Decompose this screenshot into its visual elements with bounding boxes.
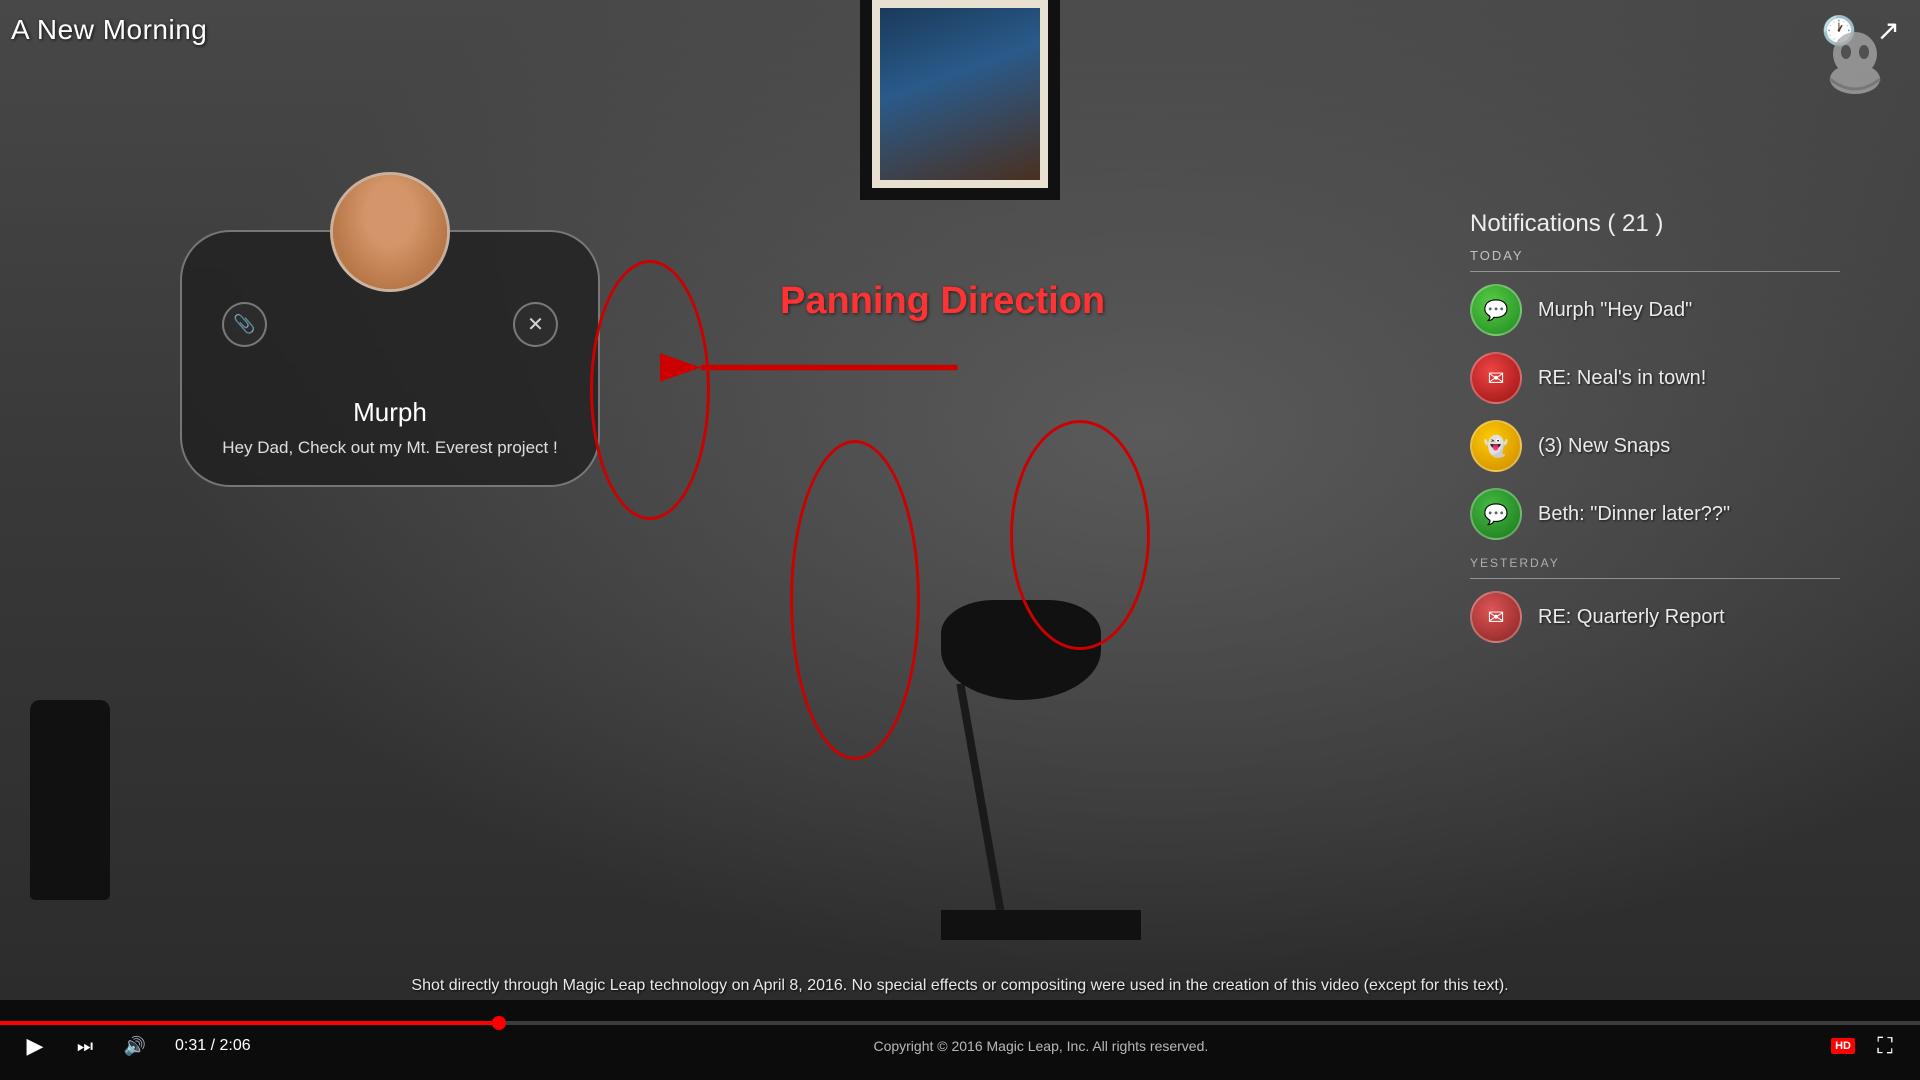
notif-icon-neal: ✉ [1488,366,1505,391]
today-label: TODAY [1470,248,1840,263]
progress-dot [492,1016,506,1030]
close-icon: ✕ [527,312,544,337]
panning-arrow [660,340,980,395]
notif-item-beth[interactable]: 💬 Beth: "Dinner later??" [1470,488,1840,540]
notif-icon-murph: 💬 [1484,298,1509,323]
today-divider [1470,271,1840,272]
notif-item-murph[interactable]: 💬 Murph "Hey Dad" [1470,284,1840,336]
video-caption: Shot directly through Magic Leap technol… [0,977,1920,995]
picture-frame [860,0,1060,200]
hd-badge[interactable]: HD [1831,1038,1855,1054]
notif-text-neal: RE: Neal's in town! [1538,367,1706,390]
magic-leap-logo [1820,24,1890,94]
notif-avatar-neal: ✉ [1470,352,1522,404]
panning-direction-label: Panning Direction [780,280,1105,323]
notifications-header: Notifications ( 21 ) [1470,210,1840,238]
notif-avatar-snaps: 👻 [1470,420,1522,472]
notif-text-quarterly: RE: Quarterly Report [1538,606,1725,629]
notif-item-snaps[interactable]: 👻 (3) New Snaps [1470,420,1840,472]
progress-bar-container[interactable] [0,1021,1920,1025]
notification-card: 📎 ✕ Murph Hey Dad, Check out my Mt. Ever… [180,230,600,487]
notif-avatar-beth: 💬 [1470,488,1522,540]
notif-item-quarterly[interactable]: ✉ RE: Quarterly Report [1470,591,1840,643]
card-message-text: Hey Dad, Check out my Mt. Everest projec… [212,436,568,460]
fullscreen-button[interactable]: ⛶ [1870,1033,1900,1059]
notif-icon-quarterly: ✉ [1488,605,1505,630]
notifications-panel: Notifications ( 21 ) TODAY 💬 Murph "Hey … [1470,210,1840,659]
notif-item-neal[interactable]: ✉ RE: Neal's in town! [1470,352,1840,404]
total-time: 2:06 [219,1037,250,1054]
notif-text-murph: Murph "Hey Dad" [1538,299,1692,322]
current-time: 0:31 [175,1037,206,1054]
notif-avatar-murph: 💬 [1470,284,1522,336]
notif-avatar-quarterly: ✉ [1470,591,1522,643]
video-title: A New Morning [11,14,207,46]
attach-button[interactable]: 📎 [222,302,267,347]
close-card-button[interactable]: ✕ [513,302,558,347]
paperclip-icon: 📎 [233,314,255,335]
next-button[interactable]: ⏭ [70,1036,100,1057]
top-right-controls: 🕐 ↗ [1822,14,1900,47]
volume-button[interactable]: 🔊 [120,1036,150,1057]
water-bottle [30,700,110,900]
copyright-text: Copyright © 2016 Magic Leap, Inc. All ri… [873,1038,1208,1054]
sender-name: Murph [212,397,568,428]
time-display: 0:31 / 2:06 [175,1037,251,1055]
notif-text-snaps: (3) New Snaps [1538,435,1670,458]
progress-bar-fill [0,1021,499,1025]
bottom-right-icons: HD ⛶ [1831,1033,1900,1059]
notif-icon-beth: 💬 [1484,502,1509,527]
picture-frame-inner [872,0,1048,188]
notif-text-beth: Beth: "Dinner later??" [1538,503,1730,526]
play-button[interactable]: ▶ [20,1033,50,1059]
controls-row: ▶ ⏭ 🔊 0:31 / 2:06 Copyright © 2016 Magic… [0,1033,1920,1059]
video-controls-bar: ▶ ⏭ 🔊 0:31 / 2:06 Copyright © 2016 Magic… [0,1000,1920,1080]
card-action-icons: 📎 ✕ [212,302,568,347]
sender-avatar [330,172,450,292]
lamp-shade [941,600,1101,700]
notif-icon-snaps: 👻 [1484,434,1509,459]
yesterday-divider [1470,578,1840,579]
yesterday-label: YESTERDAY [1470,556,1840,570]
sender-avatar-face [333,175,447,289]
lamp-base [941,910,1141,940]
